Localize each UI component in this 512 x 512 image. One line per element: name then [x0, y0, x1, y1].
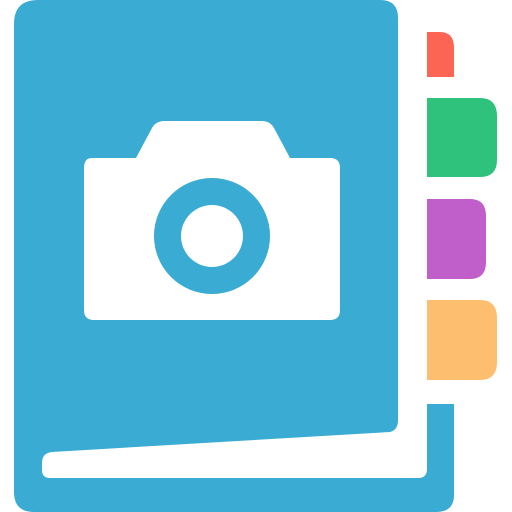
tab-green: [427, 98, 497, 177]
album-tabs: [427, 32, 497, 380]
photo-album-icon-canvas: [0, 0, 512, 512]
tab-orange: [427, 300, 497, 380]
tab-red: [427, 32, 454, 77]
photo-album-icon: [14, 0, 497, 512]
camera-lens-center: [181, 205, 243, 267]
tab-purple: [427, 199, 486, 279]
